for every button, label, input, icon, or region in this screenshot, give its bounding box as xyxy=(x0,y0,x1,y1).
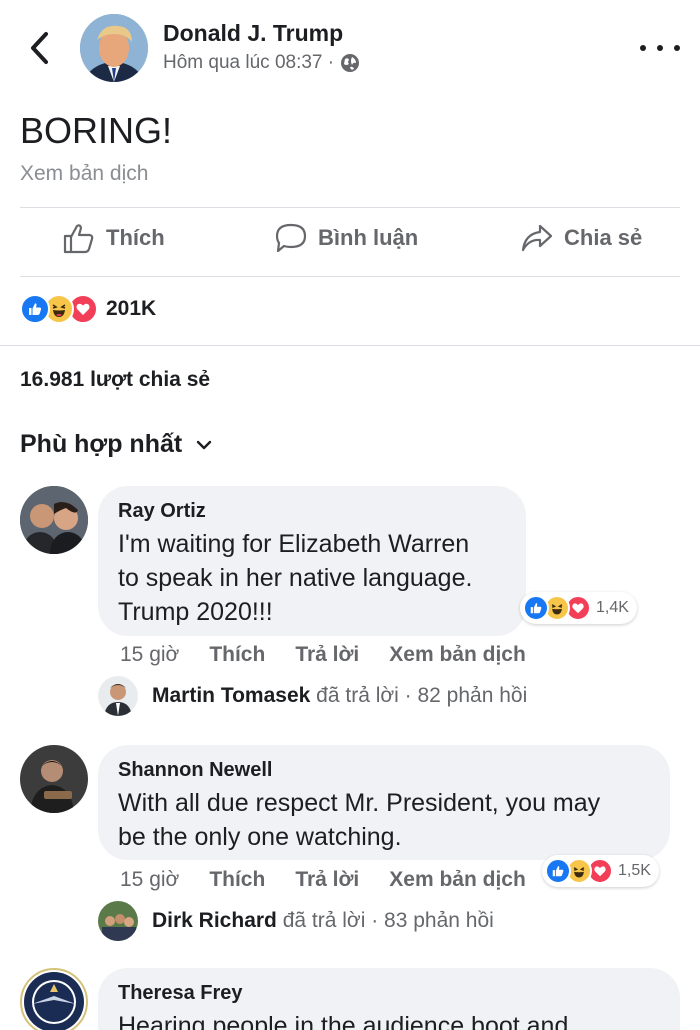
comment-button-label: Bình luận xyxy=(318,225,419,250)
comment-translate-button[interactable]: Xem bản dịch xyxy=(389,643,526,667)
author-avatar[interactable] xyxy=(80,14,148,82)
chevron-down-icon xyxy=(197,440,212,449)
author-name[interactable]: Donald J. Trump xyxy=(163,20,343,47)
comment-reactions[interactable]: 1,4K xyxy=(520,592,637,624)
reply-author-avatar xyxy=(98,676,138,716)
like-button-label: Thích xyxy=(106,225,165,250)
sort-label: Phù hợp nhất xyxy=(20,430,183,458)
comment-bubble: Ray Ortiz I'm waiting for Elizabeth Warr… xyxy=(98,486,526,636)
comment-bubble-icon xyxy=(275,223,307,253)
like-reaction-icon xyxy=(545,858,571,884)
comment-bubble: Theresa Frey Hearing people in the audie… xyxy=(98,968,680,1030)
reply-author-name: Martin Tomasek xyxy=(152,684,311,707)
commenter-name[interactable]: Shannon Newell xyxy=(118,759,650,782)
like-button[interactable]: Thích xyxy=(62,222,165,254)
comment-text-line: be the only one watching. xyxy=(118,823,402,851)
commenter-avatar[interactable] xyxy=(20,486,88,554)
divider xyxy=(20,276,680,277)
comment-text: I'm waiting for Elizabeth Warren to spea… xyxy=(118,527,506,629)
comment-reaction-count: 1,5K xyxy=(618,862,651,879)
commenter-name[interactable]: Ray Ortiz xyxy=(118,500,506,523)
like-reaction-icon xyxy=(20,294,50,324)
reply-summary: đã trả lời · 82 phản hồi xyxy=(316,684,528,707)
comment-text-line: Hearing people in the audience boot and xyxy=(118,1012,569,1030)
share-button[interactable]: Chia sẻ xyxy=(520,222,642,254)
post-timestamp: Hôm qua lúc 08:37 · xyxy=(163,52,335,73)
more-options-button[interactable] xyxy=(640,40,680,56)
commenter-name[interactable]: Theresa Frey xyxy=(118,982,660,1005)
commenter-avatar[interactable] xyxy=(20,745,88,813)
post-meta: Hôm qua lúc 08:37 · xyxy=(163,52,360,74)
reply-author-avatar xyxy=(98,901,138,941)
reply-author-name: Dirk Richard xyxy=(152,909,277,932)
thumbs-up-icon xyxy=(63,224,94,254)
comment-text-line: I'm waiting for Elizabeth Warren xyxy=(118,530,470,558)
divider xyxy=(0,345,700,346)
comment-text-line: Trump 2020!!! xyxy=(118,598,273,626)
divider xyxy=(20,207,680,208)
post-text: BORING! xyxy=(20,110,173,151)
comment-reactions[interactable]: 1,5K xyxy=(542,855,659,887)
chevron-left-icon xyxy=(31,32,48,64)
comment-bubble: Shannon Newell With all due respect Mr. … xyxy=(98,745,670,860)
comment-reply-button[interactable]: Trả lời xyxy=(295,643,359,667)
shares-count[interactable]: 16.981 lượt chia sẻ xyxy=(20,368,210,392)
comment-actions: 15 giờ Thích Trả lời Xem bản dịch xyxy=(120,643,526,667)
comment-reaction-count: 1,4K xyxy=(596,599,629,616)
comment-translate-button[interactable]: Xem bản dịch xyxy=(389,868,526,892)
comment-time: 15 giờ xyxy=(120,643,180,666)
back-button[interactable] xyxy=(24,30,56,66)
comment-like-button[interactable]: Thích xyxy=(209,643,265,667)
globe-icon xyxy=(341,54,360,72)
like-reaction-icon xyxy=(523,595,549,621)
comment-like-button[interactable]: Thích xyxy=(209,868,265,892)
comment-reply-button[interactable]: Trả lời xyxy=(295,868,359,892)
comment-text: With all due respect Mr. President, you … xyxy=(118,786,650,854)
reply-summary: đã trả lời · 83 phản hồi xyxy=(282,909,494,932)
comment-time: 15 giờ xyxy=(120,868,180,891)
view-replies-link[interactable]: Martin Tomasek đã trả lời · 82 phản hồi xyxy=(98,676,527,716)
more-dots-icon xyxy=(640,45,646,51)
share-button-label: Chia sẻ xyxy=(564,225,643,250)
share-arrow-icon xyxy=(521,224,553,252)
comment-actions: 15 giờ Thích Trả lời Xem bản dịch xyxy=(120,868,526,892)
comment-text-line: With all due respect Mr. President, you … xyxy=(118,789,601,817)
reactions-count: 201K xyxy=(106,297,157,320)
view-replies-link[interactable]: Dirk Richard đã trả lời · 83 phản hồi xyxy=(98,901,494,941)
comment-text: Hearing people in the audience boot and xyxy=(118,1009,660,1030)
commenter-avatar[interactable] xyxy=(20,968,88,1030)
reactions-summary[interactable]: 201K xyxy=(20,294,156,324)
comment-sort-dropdown[interactable]: Phù hợp nhất xyxy=(20,430,212,459)
see-translation-link[interactable]: Xem bản dịch xyxy=(20,162,148,186)
comment-button[interactable]: Bình luận xyxy=(274,222,418,254)
comment-text-line: to speak in her native language. xyxy=(118,564,473,592)
